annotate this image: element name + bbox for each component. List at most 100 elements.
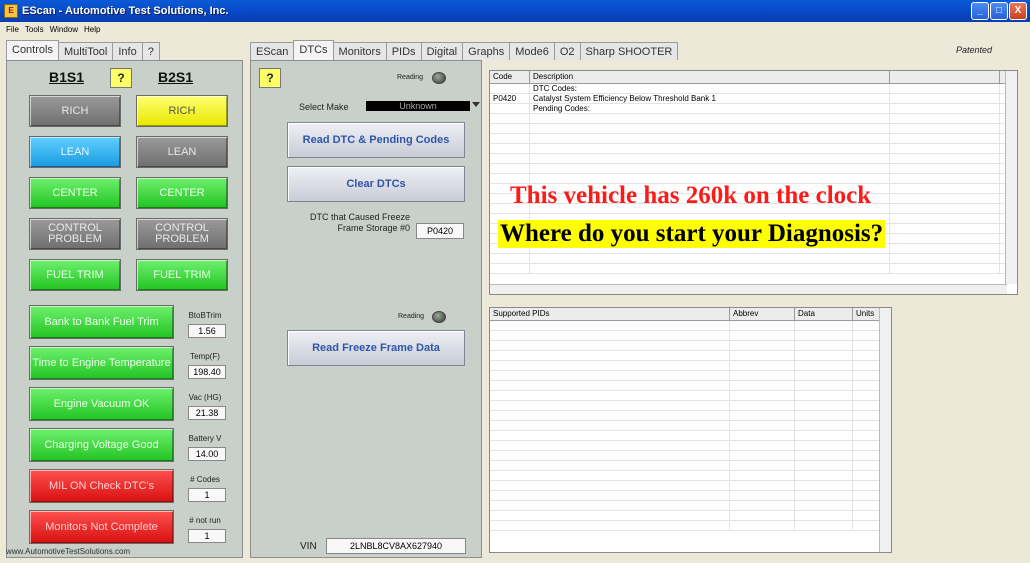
menu-tools[interactable]: Tools — [25, 25, 44, 34]
table-row — [490, 501, 891, 511]
reading-label: Reading — [397, 74, 424, 81]
table-row — [490, 451, 891, 461]
table-row — [490, 421, 891, 431]
table-row — [490, 491, 891, 501]
window-controls: _ □ X — [971, 2, 1027, 20]
b2-rich-indicator: RICH — [136, 95, 228, 127]
read-freeze-frame-button[interactable]: Read Freeze Frame Data — [287, 330, 465, 366]
clear-dtcs-button[interactable]: Clear DTCs — [287, 166, 465, 202]
window-title: EScan - Automotive Test Solutions, Inc. — [22, 5, 229, 17]
table-row — [490, 431, 891, 441]
description-column-header: Description — [530, 71, 890, 83]
tab-controls[interactable]: Controls — [6, 40, 59, 60]
tab-dtcs[interactable]: DTCs — [293, 40, 334, 60]
dropdown-arrow-icon[interactable] — [472, 102, 480, 107]
table-row — [490, 381, 891, 391]
table-row — [490, 264, 1017, 274]
table-row — [490, 154, 1017, 164]
patented-label: Patented — [955, 45, 992, 55]
vin-field: 2LNBL8CV8AX627940 — [326, 538, 466, 554]
btobtrim-value: 1.56 — [188, 324, 226, 338]
supported-pids-header: Supported PIDs — [490, 308, 730, 320]
b2-center-indicator: CENTER — [136, 177, 228, 209]
tab-digital[interactable]: Digital — [420, 42, 464, 60]
select-make-label: Select Make — [299, 102, 349, 112]
not-run-value: 1 — [188, 529, 226, 543]
app-icon: E — [4, 4, 18, 18]
table-row — [490, 521, 891, 531]
diagnosis-question-annotation: Where do you start your Diagnosis? — [498, 220, 886, 248]
codes-vertical-scrollbar[interactable] — [1005, 71, 1017, 284]
right-tab-row: EScan DTCs Monitors PIDs Digital Graphs … — [250, 40, 679, 60]
codes-horizontal-scrollbar[interactable] — [490, 284, 1007, 294]
table-row[interactable]: DTC Codes: — [490, 84, 1017, 94]
menu-file[interactable]: File — [6, 25, 19, 34]
vin-label: VIN — [300, 541, 317, 552]
table-row — [490, 461, 891, 471]
b2-control-problem-indicator: CONTROL PROBLEM — [136, 218, 228, 250]
menu-help[interactable]: Help — [84, 25, 100, 34]
table-row — [490, 124, 1017, 134]
btobtrim-label: BtoBTrim — [188, 311, 222, 320]
data-header: Data — [795, 308, 853, 320]
code-column-header: Code — [490, 71, 530, 83]
tab-mode6[interactable]: Mode6 — [509, 42, 555, 60]
table-row — [490, 371, 891, 381]
tab-help[interactable]: ? — [141, 42, 160, 60]
vac-value: 21.38 — [188, 406, 226, 420]
tab-info[interactable]: Info — [112, 42, 143, 60]
maximize-button[interactable]: □ — [990, 2, 1008, 20]
table-row — [490, 134, 1017, 144]
pids-vertical-scrollbar[interactable] — [879, 308, 891, 552]
b2-lean-indicator: LEAN — [136, 136, 228, 168]
read-dtc-button[interactable]: Read DTC & Pending Codes — [287, 122, 465, 158]
minimize-button[interactable]: _ — [971, 2, 989, 20]
tab-monitors[interactable]: Monitors — [332, 42, 387, 60]
mileage-annotation: This vehicle has 260k on the clock — [510, 182, 872, 209]
vac-label: Vac (HG) — [188, 393, 222, 402]
table-row — [490, 144, 1017, 154]
table-row — [490, 391, 891, 401]
table-row[interactable]: Pending Codes: — [490, 104, 1017, 114]
engine-vacuum-status: Engine Vacuum OK — [29, 387, 174, 421]
table-row — [490, 341, 891, 351]
pids-table: Supported PIDs Abbrev Data Units — [489, 307, 892, 553]
reading-led-2 — [432, 311, 446, 323]
tab-pids[interactable]: PIDs — [385, 42, 422, 60]
engine-temp-status: Time to Engine Temperature — [29, 346, 174, 380]
bank-to-bank-status: Bank to Bank Fuel Trim — [29, 305, 174, 339]
menu-window[interactable]: Window — [50, 25, 78, 34]
sensor-help-button[interactable]: ? — [110, 68, 132, 88]
b1-rich-indicator: RICH — [29, 95, 121, 127]
table-row[interactable]: P0420 Catalyst System Efficiency Below Th… — [490, 94, 1017, 104]
table-row — [490, 254, 1017, 264]
reading-label-2: Reading — [398, 313, 425, 320]
codes-table-header: Code Description — [490, 71, 1017, 84]
temp-label: Temp(F) — [190, 352, 220, 361]
left-tab-row: Controls MultiTool Info ? — [6, 40, 160, 60]
table-row — [490, 114, 1017, 124]
codes-label: # Codes — [190, 475, 220, 484]
codes-value: 1 — [188, 488, 226, 502]
battery-value: 14.00 — [188, 447, 226, 461]
tab-sharp-shooter[interactable]: Sharp SHOOTER — [579, 42, 679, 60]
extra-column-header — [890, 71, 1000, 83]
tab-graphs[interactable]: Graphs — [462, 42, 511, 60]
monitors-status: Monitors Not Complete — [29, 510, 174, 544]
dtc-help-button[interactable]: ? — [259, 68, 281, 88]
tab-o2[interactable]: O2 — [553, 42, 581, 60]
table-row — [490, 164, 1017, 174]
close-button[interactable]: X — [1009, 2, 1027, 20]
b1-control-problem-indicator: CONTROL PROBLEM — [29, 218, 121, 250]
tab-multitool[interactable]: MultiTool — [57, 42, 114, 60]
tab-escan[interactable]: EScan — [250, 42, 295, 60]
freeze-frame-code: P0420 — [416, 223, 464, 239]
table-row — [490, 331, 891, 341]
table-row — [490, 441, 891, 451]
b2-fuel-trim-indicator: FUEL TRIM — [136, 259, 228, 291]
select-make-dropdown[interactable]: Unknown — [366, 101, 470, 111]
table-row — [490, 481, 891, 491]
freeze-frame-label: DTC that Caused Freeze Frame Storage #0 — [309, 212, 410, 233]
reading-led — [432, 72, 446, 84]
menu-bar: File Tools Window Help — [0, 22, 1030, 36]
